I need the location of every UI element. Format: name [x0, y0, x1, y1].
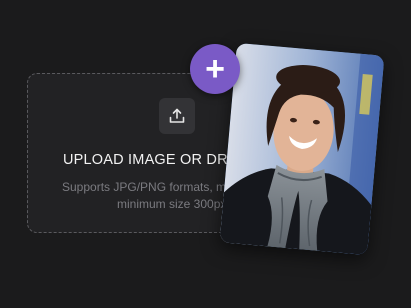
sample-photo: [219, 42, 385, 256]
plus-icon: +: [205, 50, 225, 88]
upload-title: UPLOAD IMAGE OR DRAG: [63, 152, 250, 168]
add-image-button[interactable]: +: [190, 44, 240, 94]
upload-icon[interactable]: [159, 98, 195, 134]
